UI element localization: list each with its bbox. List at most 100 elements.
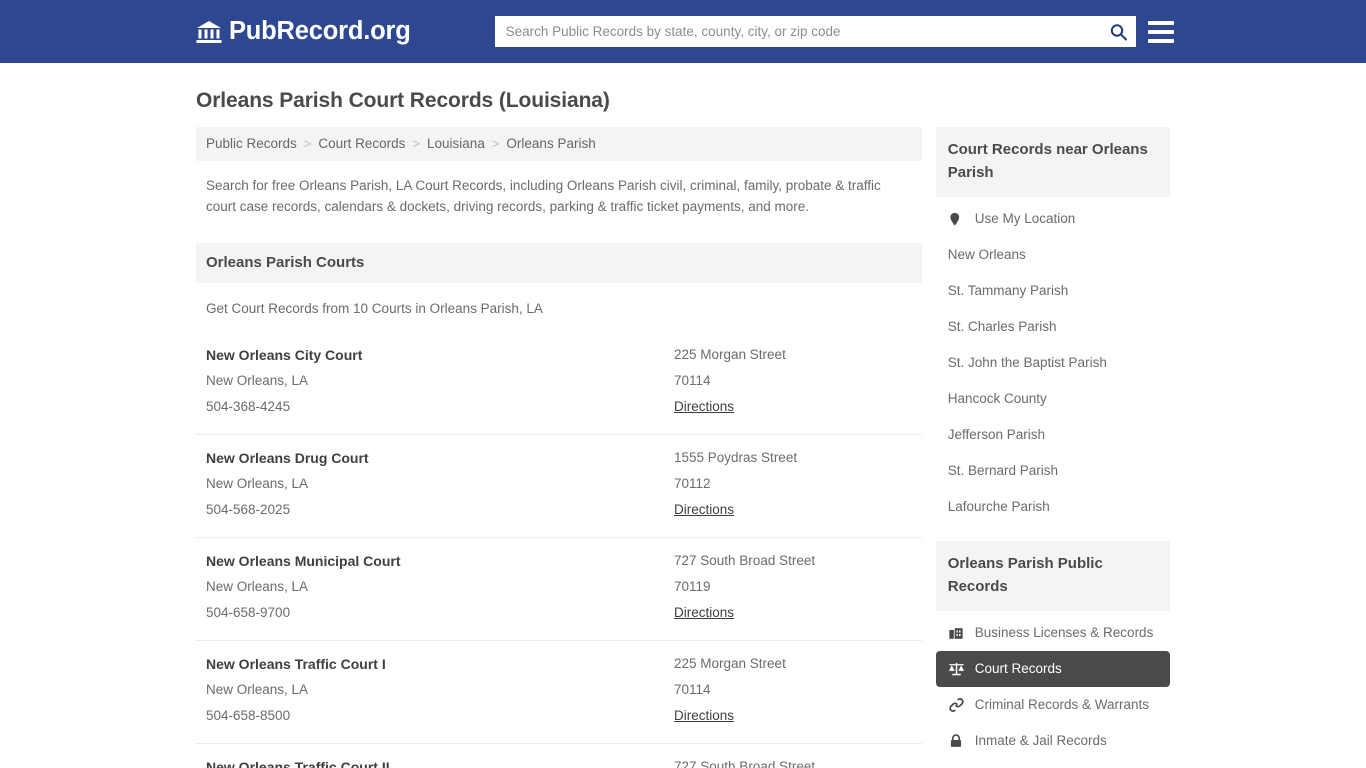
search-icon[interactable] bbox=[1110, 23, 1127, 40]
breadcrumb: Public Records > Court Records > Louisiana > O… bbox=[196, 127, 922, 161]
brand-name: PubRecord.org bbox=[229, 17, 411, 46]
sidebar-nearby-st-tammany-parish[interactable]: St. Tammany Parish bbox=[936, 273, 1170, 309]
sidebar-nearby-use-my-location[interactable]: Use My Location bbox=[936, 201, 1170, 237]
bank-icon bbox=[196, 20, 222, 44]
court-info-left: New Orleans Drug CourtNew Orleans, LA504… bbox=[206, 445, 674, 523]
nearby-records-list: Use My Location New Orleans St. Tammany Pa… bbox=[936, 201, 1170, 525]
content-columns: Public Records > Court Records > Louisiana > O… bbox=[196, 127, 1170, 768]
sidebar-item-label: St. Charles Parish bbox=[948, 318, 1057, 336]
breadcrumb-separator: > bbox=[492, 136, 500, 151]
page-container: Orleans Parish Court Records (Louisiana)… bbox=[0, 63, 1366, 768]
court-name[interactable]: New Orleans Drug Court bbox=[206, 445, 674, 471]
sidebar-record-court-records[interactable]: Court Records bbox=[936, 651, 1170, 687]
sidebar-record-business-licenses-records[interactable]: Business Licenses & Records bbox=[936, 615, 1170, 651]
courts-section-subheading: Get Court Records from 10 Courts in Orle… bbox=[196, 283, 922, 316]
sidebar-record-criminal-records-warrants[interactable]: Criminal Records & Warrants bbox=[936, 687, 1170, 723]
courts-section-heading: Orleans Parish Courts bbox=[196, 243, 922, 283]
sidebar-nearby-lafourche-parish[interactable]: Lafourche Parish bbox=[936, 489, 1170, 525]
hamburger-bar bbox=[1148, 30, 1174, 34]
directions-wrap: Directions bbox=[674, 600, 912, 626]
court-row: New Orleans Traffic Court INew Orleans, … bbox=[196, 640, 922, 743]
court-row: New Orleans Traffic Court IINew Orleans,… bbox=[196, 743, 922, 768]
court-zip: 70119 bbox=[674, 574, 912, 600]
sidebar-item-label: Jefferson Parish bbox=[948, 426, 1045, 444]
sidebar-nearby-jefferson-parish[interactable]: Jefferson Parish bbox=[936, 417, 1170, 453]
court-name[interactable]: New Orleans Municipal Court bbox=[206, 548, 674, 574]
main-content: Public Records > Court Records > Louisiana > O… bbox=[196, 127, 922, 768]
court-city: New Orleans, LA bbox=[206, 574, 674, 600]
court-name[interactable]: New Orleans Traffic Court II bbox=[206, 754, 674, 768]
court-info-right: 727 South Broad Street70119Directions bbox=[674, 754, 912, 768]
sidebar-item-label: Court Records bbox=[975, 660, 1062, 678]
brand-logo-link[interactable]: PubRecord.org bbox=[196, 17, 411, 46]
sidebar-item-label: Business Licenses & Records bbox=[975, 624, 1154, 642]
sidebar-item-label: St. John the Baptist Parish bbox=[948, 354, 1107, 372]
court-info-left: New Orleans Traffic Court INew Orleans, … bbox=[206, 651, 674, 729]
court-info-right: 727 South Broad Street70119Directions bbox=[674, 548, 912, 626]
public-records-heading: Orleans Parish Public Records bbox=[936, 541, 1170, 611]
court-row: New Orleans City CourtNew Orleans, LA504… bbox=[196, 332, 922, 434]
court-list: New Orleans City CourtNew Orleans, LA504… bbox=[196, 332, 922, 768]
sidebar-item-label: St. Tammany Parish bbox=[948, 282, 1069, 300]
sidebar-item-label: New Orleans bbox=[948, 246, 1026, 264]
nearby-records-heading: Court Records near Orleans Parish bbox=[936, 127, 1170, 197]
breadcrumb-separator: > bbox=[412, 136, 420, 151]
breadcrumb-item[interactable]: Public Records bbox=[206, 136, 297, 151]
sidebar-nearby-st-bernard-parish[interactable]: St. Bernard Parish bbox=[936, 453, 1170, 489]
court-address: 225 Morgan Street bbox=[674, 651, 912, 677]
breadcrumb-item[interactable]: Orleans Parish bbox=[506, 136, 595, 151]
sidebar-item-label: Inmate & Jail Records bbox=[975, 732, 1107, 750]
breadcrumb-item[interactable]: Court Records bbox=[318, 136, 405, 151]
court-info-left: New Orleans Municipal CourtNew Orleans, … bbox=[206, 548, 674, 626]
court-info-left: New Orleans City CourtNew Orleans, LA504… bbox=[206, 342, 674, 420]
breadcrumb-item[interactable]: Louisiana bbox=[427, 136, 485, 151]
directions-link[interactable]: Directions bbox=[674, 394, 734, 420]
sidebar-nearby-hancock-county[interactable]: Hancock County bbox=[936, 381, 1170, 417]
directions-link[interactable]: Directions bbox=[674, 497, 734, 523]
sidebar-item-label: Hancock County bbox=[948, 390, 1047, 408]
court-phone: 504-368-4245 bbox=[206, 394, 674, 420]
sidebar: Court Records near Orleans Parish Use My… bbox=[936, 127, 1170, 768]
directions-wrap: Directions bbox=[674, 497, 912, 523]
court-zip: 70112 bbox=[674, 471, 912, 497]
court-row: New Orleans Municipal CourtNew Orleans, … bbox=[196, 537, 922, 640]
intro-paragraph: Search for free Orleans Parish, LA Court… bbox=[196, 161, 912, 217]
sidebar-item-label: Criminal Records & Warrants bbox=[975, 696, 1149, 714]
court-row: New Orleans Drug CourtNew Orleans, LA504… bbox=[196, 434, 922, 537]
scales-icon bbox=[948, 661, 965, 678]
court-address: 1555 Poydras Street bbox=[674, 445, 912, 471]
court-address: 727 South Broad Street bbox=[674, 548, 912, 574]
directions-link[interactable]: Directions bbox=[674, 600, 734, 626]
court-phone: 504-568-2025 bbox=[206, 497, 674, 523]
court-phone: 504-658-8500 bbox=[206, 703, 674, 729]
court-name[interactable]: New Orleans Traffic Court I bbox=[206, 651, 674, 677]
court-info-right: 225 Morgan Street70114Directions bbox=[674, 651, 912, 729]
sidebar-nearby-st-john-the-baptist-parish[interactable]: St. John the Baptist Parish bbox=[936, 345, 1170, 381]
link-chain-icon bbox=[948, 697, 965, 714]
court-city: New Orleans, LA bbox=[206, 471, 674, 497]
sidebar-record-marriage-divorce-records[interactable]: Marriage & Divorce Records bbox=[936, 759, 1170, 768]
search-box[interactable] bbox=[495, 16, 1136, 47]
breadcrumb-separator: > bbox=[304, 136, 312, 151]
sidebar-nearby-st-charles-parish[interactable]: St. Charles Parish bbox=[936, 309, 1170, 345]
court-info-right: 225 Morgan Street70114Directions bbox=[674, 342, 912, 420]
sidebar-record-inmate-jail-records[interactable]: Inmate & Jail Records bbox=[936, 723, 1170, 759]
search-input[interactable] bbox=[495, 16, 1136, 47]
page-title: Orleans Parish Court Records (Louisiana) bbox=[196, 89, 1170, 113]
court-city: New Orleans, LA bbox=[206, 368, 674, 394]
hamburger-bar bbox=[1148, 21, 1174, 25]
sidebar-item-label: St. Bernard Parish bbox=[948, 462, 1058, 480]
court-info-right: 1555 Poydras Street70112Directions bbox=[674, 445, 912, 523]
directions-link[interactable]: Directions bbox=[674, 703, 734, 729]
lock-icon bbox=[948, 733, 965, 750]
hamburger-menu-icon[interactable] bbox=[1148, 21, 1174, 43]
sidebar-nearby-new-orleans[interactable]: New Orleans bbox=[936, 237, 1170, 273]
hamburger-bar bbox=[1148, 39, 1174, 43]
directions-wrap: Directions bbox=[674, 703, 912, 729]
briefcase-icon bbox=[948, 625, 965, 642]
court-address: 727 South Broad Street bbox=[674, 754, 912, 768]
court-zip: 70114 bbox=[674, 677, 912, 703]
court-city: New Orleans, LA bbox=[206, 677, 674, 703]
court-zip: 70114 bbox=[674, 368, 912, 394]
court-name[interactable]: New Orleans City Court bbox=[206, 342, 674, 368]
